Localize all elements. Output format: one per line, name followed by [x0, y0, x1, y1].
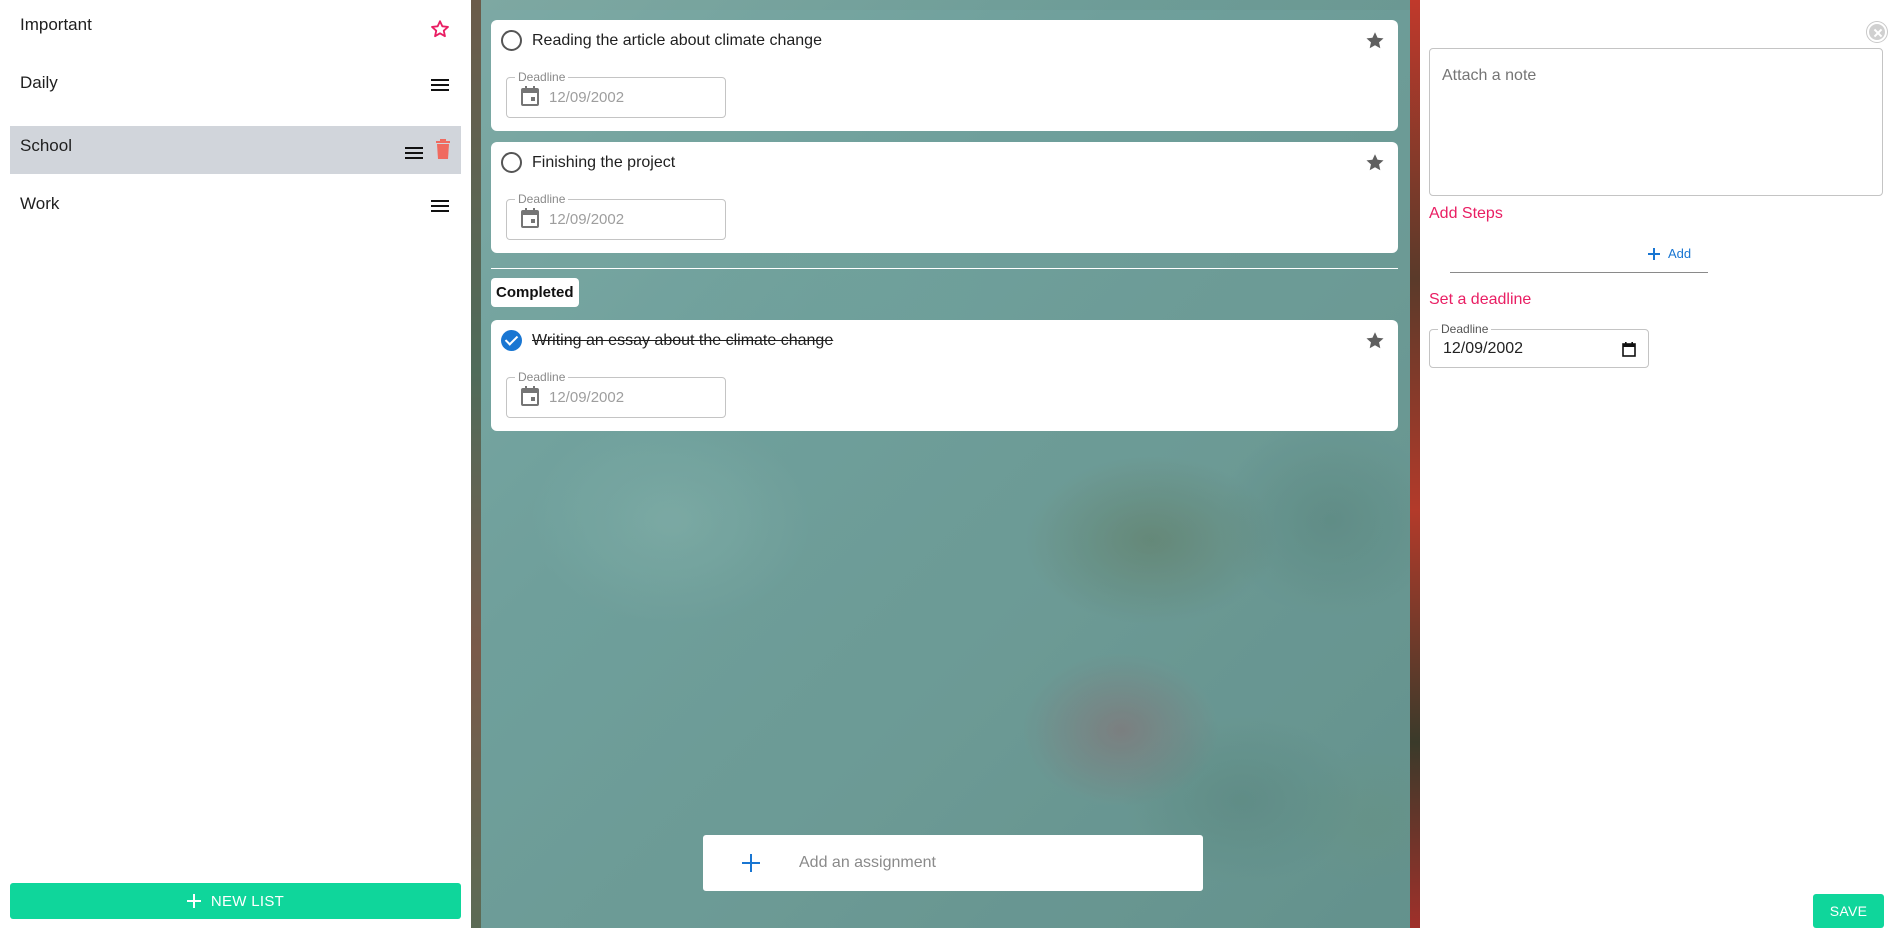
star-outline-icon[interactable] [429, 18, 451, 45]
deadline-legend: Deadline [515, 70, 569, 84]
plus-icon [186, 894, 201, 908]
step-input-line[interactable] [1450, 272, 1708, 273]
calendar-icon [521, 385, 539, 410]
star-icon[interactable] [1364, 152, 1386, 174]
completed-label: Completed [491, 278, 579, 307]
task-title: Reading the article about climate change [532, 31, 822, 49]
menu-icon[interactable] [405, 144, 425, 160]
calendar-icon [521, 85, 539, 110]
trash-icon[interactable] [435, 139, 451, 164]
task-card[interactable]: Finishing the project Deadline 12/09/200… [491, 142, 1398, 253]
add-step-button[interactable]: Add [1648, 246, 1691, 261]
deadline-legend: Deadline [1438, 322, 1492, 336]
task-deadline-field[interactable]: Deadline 12/09/2002 [506, 370, 726, 418]
deadline-value: 12/09/2002 [549, 89, 625, 106]
calendar-icon[interactable] [1622, 342, 1636, 362]
note-textarea[interactable] [1429, 48, 1883, 196]
new-list-button[interactable]: NEW LIST [10, 883, 461, 919]
plus-icon[interactable] [741, 853, 761, 873]
sidebar-item-daily[interactable]: Daily [10, 63, 461, 111]
task-checkbox-checked[interactable] [501, 330, 522, 351]
task-checkbox[interactable] [501, 152, 522, 173]
star-icon[interactable] [1364, 330, 1386, 352]
menu-icon[interactable] [431, 197, 451, 213]
sidebar-item-label: Important [20, 15, 92, 34]
deadline-value: 12/09/2002 [549, 211, 625, 228]
task-card[interactable]: Reading the article about climate change… [491, 20, 1398, 131]
save-button[interactable]: SAVE [1813, 894, 1884, 928]
task-title: Finishing the project [532, 153, 676, 171]
new-list-label: NEW LIST [210, 892, 285, 910]
deadline-value: 12/09/2002 [1443, 339, 1524, 357]
sidebar-item-label: Work [20, 194, 60, 213]
sidebar-item-important[interactable]: Important [10, 5, 461, 53]
menu-icon[interactable] [431, 76, 451, 92]
deadline-value: 12/09/2002 [549, 389, 625, 406]
add-assignment-bar[interactable]: Add an assignment [703, 835, 1203, 891]
add-assignment-input[interactable]: Add an assignment [799, 854, 936, 872]
task-title: Writing an essay about the climate chang… [532, 331, 834, 349]
task-checkbox[interactable] [501, 30, 522, 51]
task-card-completed[interactable]: Writing an essay about the climate chang… [491, 320, 1398, 431]
completed-divider [491, 268, 1398, 269]
task-deadline-field[interactable]: Deadline 12/09/2002 [506, 192, 726, 240]
task-detail-panel: Add Steps Add Set a deadline Deadline 12… [1420, 10, 1897, 928]
deadline-legend: Deadline [515, 370, 569, 384]
star-icon[interactable] [1364, 30, 1386, 52]
deadline-date-input[interactable]: Deadline 12/09/2002 [1429, 322, 1649, 368]
close-icon[interactable] [1867, 22, 1887, 42]
sidebar-item-work[interactable]: Work [10, 184, 461, 232]
deadline-legend: Deadline [515, 192, 569, 206]
add-step-label: Add [1668, 246, 1692, 261]
add-steps-title: Add Steps [1429, 205, 1503, 222]
set-deadline-title: Set a deadline [1429, 291, 1532, 308]
sidebar-item-school[interactable]: School [10, 126, 461, 174]
sidebar-item-label: School [20, 136, 72, 155]
calendar-icon [521, 207, 539, 232]
sidebar-item-label: Daily [20, 73, 58, 92]
sidebar: Important Daily School Work NEW LIST [0, 0, 470, 928]
task-deadline-field[interactable]: Deadline 12/09/2002 [506, 70, 726, 118]
plus-icon [1648, 247, 1660, 260]
task-area: Reading the article about climate change… [471, 0, 1420, 928]
